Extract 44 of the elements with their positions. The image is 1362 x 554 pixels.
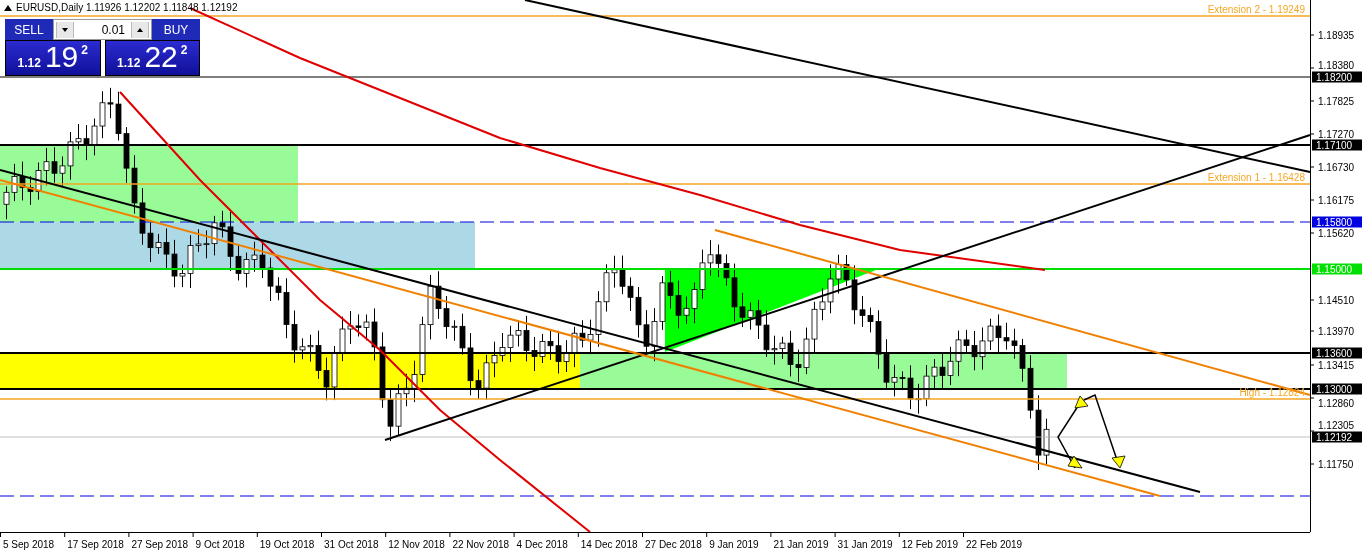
date-tick-label: 12 Nov 2018 xyxy=(388,539,445,550)
date-tick-label: 21 Jan 2019 xyxy=(773,539,829,550)
price-tick-label: 1.14510 xyxy=(1318,295,1355,306)
price-tick-label: 1.13415 xyxy=(1318,360,1355,371)
collapse-triangle-icon[interactable] xyxy=(4,4,12,11)
date-tick-label: 27 Dec 2018 xyxy=(645,539,702,550)
price-tick-label: 1.16730 xyxy=(1318,162,1355,173)
date-tick-label: 5 Sep 2018 xyxy=(3,539,55,550)
price-tick-label: 1.16175 xyxy=(1318,195,1355,206)
date-tick-label: 4 Dec 2018 xyxy=(516,539,568,550)
price-tick-label: 1.18935 xyxy=(1318,30,1355,41)
date-tick-label: 19 Oct 2018 xyxy=(259,539,315,550)
buy-button[interactable]: BUY xyxy=(152,19,200,40)
date-tick-label: 31 Jan 2019 xyxy=(837,539,893,550)
price-level-value: 1.18200 xyxy=(1316,72,1353,83)
price-tick-label: 1.18380 xyxy=(1318,60,1355,71)
date-tick-label: 9 Jan 2019 xyxy=(709,539,759,550)
price-level-value: 1.13000 xyxy=(1316,384,1353,395)
level-label: Extension 1 - 1.16428 xyxy=(1207,172,1305,183)
price-tick-label: 1.17270 xyxy=(1318,129,1355,140)
date-tick-label: 22 Nov 2018 xyxy=(452,539,510,550)
chart-title: EURUSD,Daily 1.11926 1.12202 1.11848 1.12192 xyxy=(16,2,238,13)
date-tick-label: 12 Feb 2019 xyxy=(901,539,958,550)
price-level-value: 1.15800 xyxy=(1316,217,1353,228)
price-tick-label: 1.11750 xyxy=(1318,459,1354,470)
price-tick-label: 1.12305 xyxy=(1318,420,1355,431)
price-tick-label: 1.15620 xyxy=(1318,228,1355,239)
date-tick-label: 14 Dec 2018 xyxy=(580,539,638,550)
price-level-value: 1.15000 xyxy=(1316,264,1353,275)
price-level-value: 1.12192 xyxy=(1316,432,1353,443)
level-label: Extension 2 - 1.19249 xyxy=(1207,4,1305,15)
price-tick-label: 1.13970 xyxy=(1318,326,1355,337)
date-tick-label: 27 Sep 2018 xyxy=(131,539,189,550)
price-level-value: 1.13600 xyxy=(1316,348,1353,359)
sell-button[interactable]: SELL xyxy=(5,19,53,40)
date-tick-label: 22 Feb 2019 xyxy=(966,539,1023,550)
price-tick-label: 1.17825 xyxy=(1318,96,1355,107)
level-label: High - 1.12824 xyxy=(1239,387,1305,398)
lot-size-field[interactable]: 0.01 xyxy=(53,19,152,40)
date-tick-label: 17 Sep 2018 xyxy=(67,539,124,550)
price-tick-label: 1.12860 xyxy=(1318,398,1355,409)
date-tick-label: 9 Oct 2018 xyxy=(195,539,245,550)
price-level-value: 1.17100 xyxy=(1316,140,1353,151)
date-tick-label: 31 Oct 2018 xyxy=(324,539,379,550)
